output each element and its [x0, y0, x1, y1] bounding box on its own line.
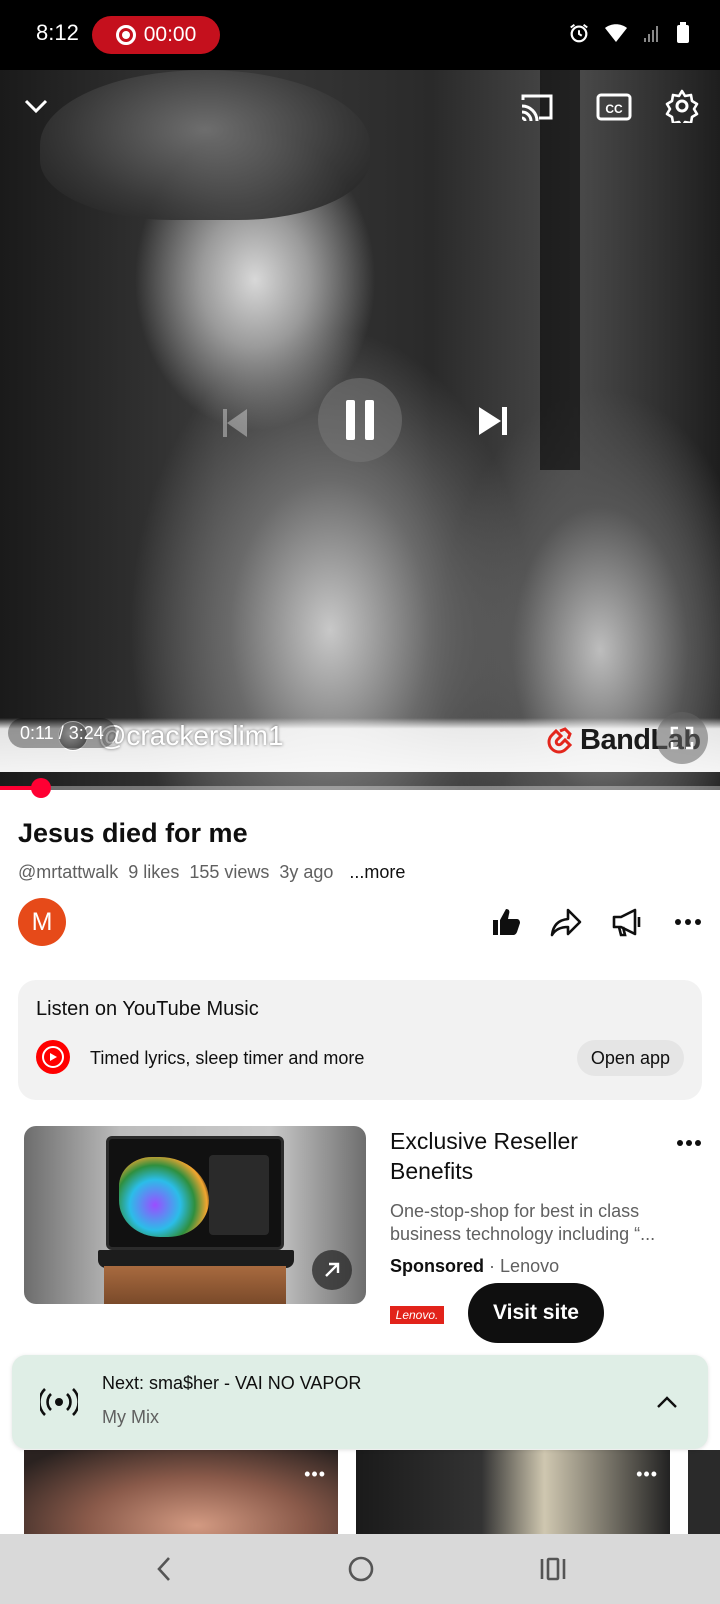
player-center-controls — [0, 370, 720, 470]
channel-handle: @mrtattwalk — [18, 862, 119, 882]
status-time: 8:12 — [36, 20, 79, 45]
youtube-music-card[interactable]: Listen on YouTube Music Timed lyrics, sl… — [18, 980, 702, 1100]
sponsored-label: Sponsored — [390, 1256, 485, 1276]
record-icon — [115, 25, 136, 45]
video-meta[interactable]: @mrtattwalk 9 likes 155 views 3y ago ...… — [18, 862, 405, 883]
report-icon[interactable] — [610, 904, 646, 940]
visit-site-button[interactable]: Visit site — [468, 1283, 604, 1343]
like-icon[interactable] — [488, 904, 524, 940]
time-display: 0:11 / 3:24 — [8, 718, 116, 748]
collapse-icon[interactable] — [18, 88, 54, 124]
music-card-description: Timed lyrics, sleep timer and more — [90, 1048, 365, 1068]
progress-scrubber-handle[interactable] — [31, 778, 52, 798]
share-icon[interactable] — [548, 904, 584, 940]
short-thumbnail[interactable]: ••• — [356, 1450, 670, 1534]
more-link[interactable]: ...more — [349, 862, 405, 883]
ad-more-icon[interactable] — [676, 1134, 706, 1154]
svg-text:CC: CC — [605, 102, 623, 116]
player-top-controls: CC — [0, 70, 720, 150]
captions-icon[interactable]: CC — [596, 92, 632, 122]
broadcast-icon — [38, 1381, 80, 1423]
actions-row: M — [0, 886, 720, 956]
screen-recording-pill[interactable]: 00:00 — [92, 16, 220, 54]
like-count: 9 likes — [128, 862, 180, 882]
status-bar: 8:12 00:00 — [0, 0, 720, 70]
music-card-title: Listen on YouTube Music — [36, 998, 259, 1020]
page: 8:12 00:00 CC 0:11 / 3:24 @crackerslim1 … — [0, 0, 720, 1604]
chevron-up-icon[interactable] — [654, 1389, 680, 1415]
battery-icon — [676, 22, 690, 49]
ad-separator: · — [489, 1256, 496, 1276]
wifi-icon — [604, 22, 628, 49]
short-thumbnail[interactable]: ••• — [24, 1450, 338, 1534]
open-app-button[interactable]: Open app — [576, 1040, 684, 1076]
view-count: 155 views — [189, 862, 270, 882]
settings-icon[interactable] — [664, 88, 700, 124]
fullscreen-icon[interactable] — [656, 712, 708, 764]
short-thumbnail[interactable] — [688, 1450, 720, 1534]
signal-icon — [642, 22, 662, 49]
channel-avatar[interactable]: M — [18, 898, 66, 946]
progress-bar[interactable] — [0, 778, 720, 798]
next-icon[interactable] — [466, 394, 520, 448]
watermark-handle-text: @crackerslim1 — [98, 720, 284, 751]
cast-icon[interactable] — [518, 90, 556, 124]
ad-sponsored-line: Sponsored · Lenovo — [390, 1256, 559, 1277]
short-more-icon[interactable]: ••• — [304, 1464, 326, 1485]
video-player[interactable]: CC 0:11 / 3:24 @crackerslim1 BandLab — [0, 70, 720, 790]
recording-time: 00:00 — [143, 23, 197, 46]
short-more-icon[interactable]: ••• — [636, 1464, 658, 1485]
laptop-image — [106, 1136, 284, 1250]
ad-description: One-stop-shop for best in class business… — [390, 1201, 656, 1244]
advertiser-name: Lenovo — [500, 1256, 560, 1276]
up-next-title: Next: sma$her - VAI NO VAPOR — [102, 1373, 362, 1393]
external-link-icon[interactable] — [312, 1250, 352, 1290]
shorts-row: ••• ••• — [0, 1450, 720, 1534]
recent-apps-icon[interactable] — [536, 1552, 570, 1586]
up-next-bar[interactable]: Next: sma$her - VAI NO VAPOR My Mix — [12, 1355, 708, 1449]
ad-title[interactable]: Exclusive Reseller Benefits — [390, 1126, 660, 1186]
upload-age: 3y ago — [279, 862, 334, 882]
previous-icon[interactable] — [212, 398, 262, 448]
pause-icon[interactable] — [318, 378, 402, 462]
video-title[interactable]: Jesus died for me — [18, 818, 248, 849]
up-next-subtitle: My Mix — [102, 1407, 159, 1427]
lenovo-logo: Lenovo. — [390, 1306, 444, 1324]
ad-card[interactable]: Exclusive Reseller Benefits One-stop-sho… — [0, 1126, 720, 1356]
more-actions-icon[interactable] — [670, 904, 706, 940]
bandlab-logo-icon — [547, 726, 573, 753]
home-icon[interactable] — [344, 1552, 378, 1586]
alarm-icon — [568, 22, 590, 49]
system-navigation-bar — [0, 1534, 720, 1604]
youtube-music-icon — [36, 1040, 70, 1074]
back-icon[interactable] — [148, 1552, 182, 1586]
status-icons — [568, 22, 690, 49]
